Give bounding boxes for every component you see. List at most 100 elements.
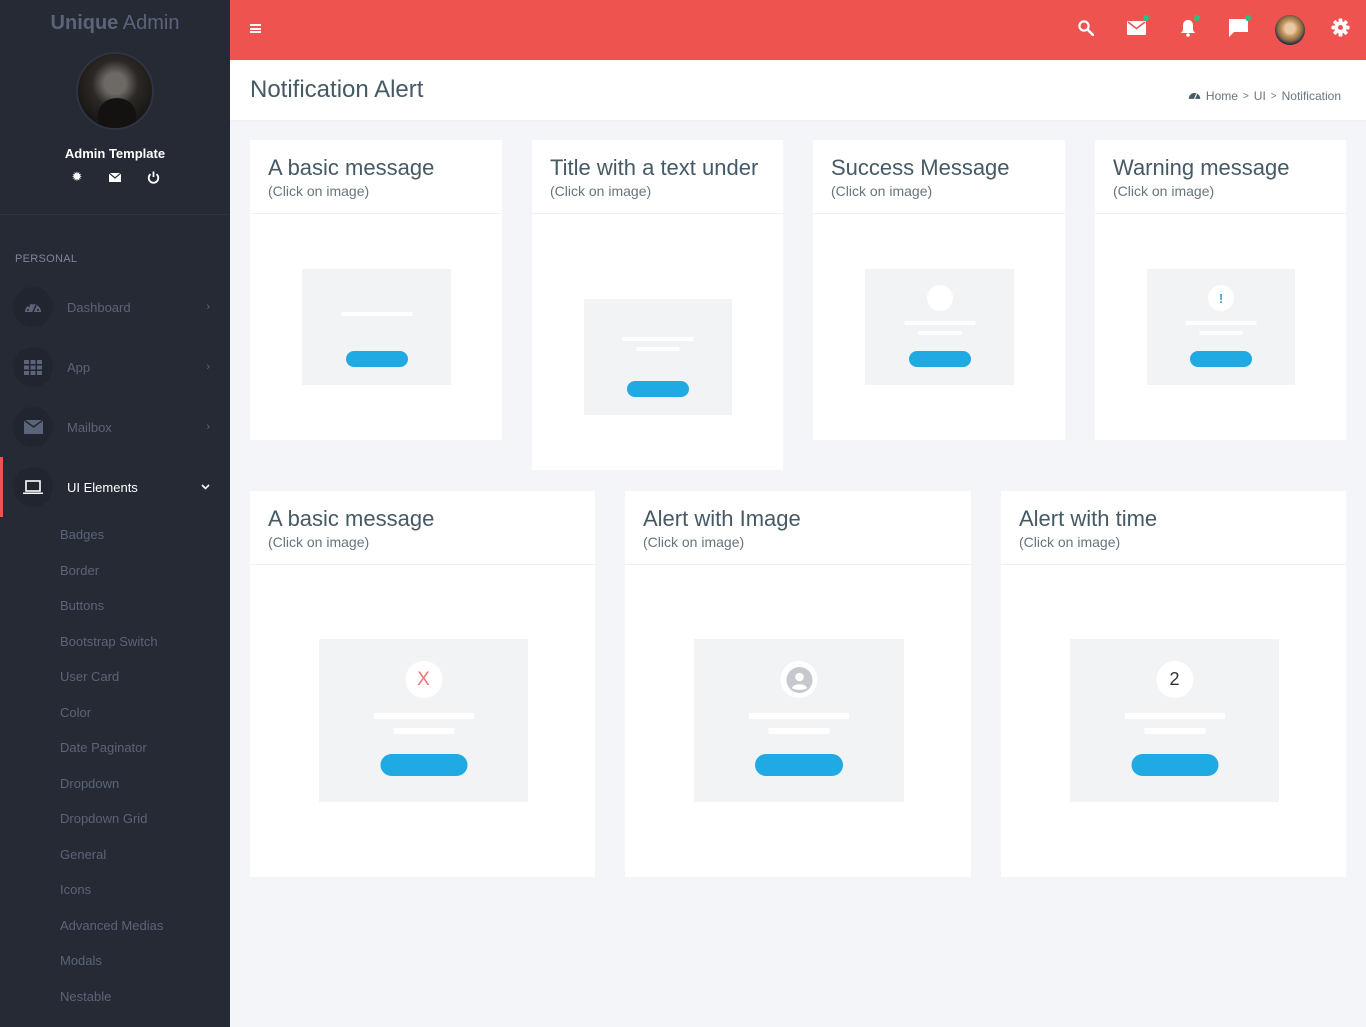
breadcrumb-separator: > [1242, 90, 1249, 102]
breadcrumb-current: Notification [1281, 89, 1341, 103]
button-shape [380, 754, 467, 776]
sidebar: Unique Admin Admin Template ✹ PERSONAL D… [0, 0, 230, 1027]
text-line [917, 331, 962, 335]
card-subtitle: (Click on image) [268, 534, 370, 550]
submenu-item-user-card[interactable]: User Card [0, 659, 230, 695]
sidebar-item-mailbox[interactable]: Mailbox › [0, 397, 230, 457]
chat-icon [1229, 18, 1248, 42]
submenu-item-icons[interactable]: Icons [0, 872, 230, 908]
notification-dot [1143, 15, 1149, 21]
submenu-item-general[interactable]: General [0, 837, 230, 873]
chat-button[interactable] [1213, 0, 1264, 60]
text-line [622, 337, 694, 341]
alert-preview-image[interactable]: X [319, 639, 528, 802]
sidebar-item-dashboard[interactable]: Dashboard › [0, 277, 230, 337]
card-subtitle: (Click on image) [550, 183, 652, 199]
submenu-item-border[interactable]: Border [0, 553, 230, 589]
text-line [749, 713, 849, 719]
page-title: Notification Alert [250, 76, 424, 103]
profile-name[interactable]: Admin Template [0, 146, 230, 161]
alert-preview-image[interactable] [584, 299, 732, 415]
submenu-item-badges[interactable]: Badges [0, 517, 230, 553]
user-avatar-icon [780, 661, 818, 698]
mail-icon [1127, 20, 1146, 40]
text-line [1124, 713, 1225, 719]
profile-actions: ✹ [0, 169, 230, 184]
alert-preview-image[interactable] [865, 269, 1014, 385]
laptop-icon [13, 467, 53, 507]
card-subtitle: (Click on image) [1019, 534, 1121, 550]
card-subtitle: (Click on image) [268, 183, 370, 199]
submenu-item-dropdown[interactable]: Dropdown [0, 766, 230, 802]
submenu-item-advanced-medias[interactable]: Advanced Medias [0, 908, 230, 944]
settings-button[interactable] [1315, 0, 1366, 60]
card-header: A basic message (Click on image) [250, 140, 502, 214]
button-shape [345, 351, 408, 367]
card-header: Success Message (Click on image) [813, 140, 1065, 214]
user-avatar [1274, 15, 1305, 45]
dashboard-icon [1188, 89, 1201, 103]
messages-button[interactable] [1111, 0, 1162, 60]
page-header: Notification Alert Home > UI > Notificat… [230, 60, 1366, 120]
gear-icon [1331, 18, 1350, 42]
card-title: Title with a text under [550, 155, 759, 180]
submenu-item-buttons[interactable]: Buttons [0, 588, 230, 624]
success-circle-icon [926, 285, 953, 311]
alert-preview-image[interactable]: 2 [1070, 639, 1279, 802]
countdown-badge: 2 [1156, 661, 1193, 698]
breadcrumb: Home > UI > Notification [1188, 89, 1341, 103]
alert-card-title-text: Title with a text under (Click on image) [532, 140, 783, 470]
submenu-item-bootstrap-switch[interactable]: Bootstrap Switch [0, 624, 230, 660]
chevron-down-icon [201, 481, 210, 493]
button-shape [1190, 351, 1252, 367]
card-header: Warning message (Click on image) [1095, 140, 1346, 214]
notification-dot [1245, 15, 1251, 21]
bell-icon [1180, 19, 1196, 42]
submenu-item-dropdown-grid[interactable]: Dropdown Grid [0, 801, 230, 837]
alert-card-error: A basic message (Click on image) X [250, 491, 595, 877]
sidebar-item-app[interactable]: App › [0, 337, 230, 397]
text-line [636, 347, 680, 351]
submenu-item-nestable[interactable]: Nestable [0, 979, 230, 1015]
submenu-item-date-paginator[interactable]: Date Paginator [0, 730, 230, 766]
card-header: A basic message (Click on image) [250, 491, 595, 565]
alert-card-warning: Warning message (Click on image) ! [1095, 140, 1346, 440]
alert-card-basic: A basic message (Click on image) [250, 140, 502, 440]
button-shape [908, 351, 971, 367]
mail-icon[interactable] [108, 170, 122, 184]
topbar [230, 0, 1366, 60]
submenu-item-color[interactable]: Color [0, 695, 230, 731]
error-x-icon: X [405, 661, 442, 698]
text-line [373, 713, 474, 719]
notifications-button[interactable] [1162, 0, 1213, 60]
power-icon[interactable] [146, 170, 160, 184]
breadcrumb-home[interactable]: Home [1206, 89, 1238, 103]
alert-preview-image[interactable] [302, 269, 451, 385]
search-icon [1077, 19, 1094, 41]
text-line [904, 321, 975, 325]
text-line [393, 728, 454, 734]
card-header: Title with a text under (Click on image) [532, 140, 783, 214]
alert-preview-image[interactable]: ! [1147, 269, 1295, 385]
sidebar-item-ui-elements[interactable]: UI Elements [0, 457, 230, 517]
menu-toggle-icon[interactable] [250, 24, 261, 33]
breadcrumb-separator: > [1270, 90, 1277, 102]
settings-icon[interactable]: ✹ [70, 169, 84, 184]
user-menu-button[interactable] [1264, 0, 1315, 60]
submenu-item-modals[interactable]: Modals [0, 943, 230, 979]
text-line [1199, 331, 1243, 335]
alert-preview-image[interactable] [694, 639, 904, 802]
card-title: Success Message [831, 155, 1010, 180]
card-title: A basic message [268, 155, 435, 180]
chevron-right-icon: › [206, 421, 210, 433]
card-title: A basic message [268, 506, 435, 531]
search-button[interactable] [1060, 0, 1111, 60]
card-title: Alert with Image [643, 506, 801, 531]
profile-avatar[interactable] [76, 52, 154, 130]
dashboard-icon [13, 287, 53, 327]
brand-logo[interactable]: Unique Admin [0, 0, 230, 48]
sidebar-nav: Dashboard › App › Mailbox › UI Elements [0, 277, 230, 517]
breadcrumb-ui[interactable]: UI [1254, 89, 1266, 103]
alert-card-time: Alert with time (Click on image) 2 [1001, 491, 1346, 877]
chevron-right-icon: › [206, 301, 210, 313]
